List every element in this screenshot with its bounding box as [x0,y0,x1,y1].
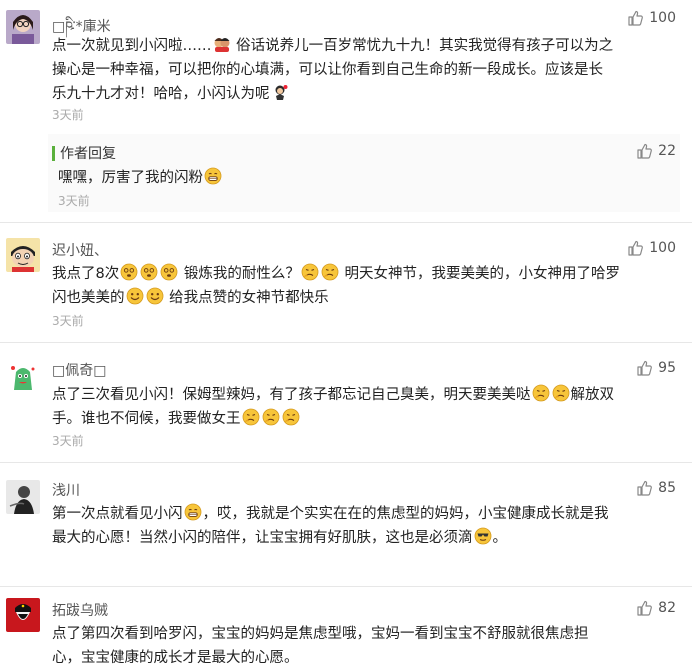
dizzy-emoji-icon [160,263,178,281]
thumb-up-icon [636,143,652,159]
avatar[interactable] [6,598,40,632]
thumb-up-icon [636,600,652,616]
comment-text: 点一次就见到小闪啦…… 俗话说养儿一百岁常忧九十九！其实我觉得有孩子可以为之 操… [52,34,672,106]
thumb-up-icon [627,10,643,26]
comment-text-part: 操心是一种幸福，可以把你的心填满，可以让你看到自己生命的新一段成长。应该是长 [52,62,603,78]
like-button[interactable]: 85 [636,480,676,496]
comment-text: 点了三次看见小闪！保姆型辣妈，有了孩子都忘记自己臭美，明天要美美哒 解放双 手。谁… [52,383,672,431]
thumb-up-icon [636,480,652,496]
comment-text: 第一次点就看见小闪 ，哎，我就是个实实在在的焦虑型的妈妈，小宝健康成长就是我 最大… [52,502,672,550]
comment-text-part: 明天女神节，我要美美的，小女神用了哈罗 [344,266,620,282]
divider [0,586,692,587]
avatar[interactable] [6,238,40,272]
comment-text-part: 最大的心愿！当然小闪的陪伴，让宝宝拥有好肌肤，这也是必须滴 [52,530,473,546]
timestamp: 3天前 [58,194,90,208]
like-count: 100 [649,240,676,256]
thinking-emoji-icon [262,408,280,426]
divider [0,342,692,343]
comment-text-part: ，哎，我就是个实实在在的焦虑型的妈妈，小宝健康成长就是我 [202,506,609,522]
comment-text-part: 我点了8次 [52,266,120,282]
reply-label: 作者回复 [60,146,116,162]
thumb-up-icon [636,360,652,376]
like-button[interactable]: 100 [627,240,676,256]
avatar[interactable] [6,360,40,394]
timestamp: 3天前 [52,314,84,328]
like-count: 100 [649,10,676,26]
smile-emoji-icon [146,287,164,305]
comment-text-part: 第一次点就看见小闪 [52,506,183,522]
avatar[interactable] [6,10,40,44]
comment-text: 点了第四次看到哈罗闪，宝宝的妈妈是焦虑型哦，宝妈一看到宝宝不舒服就很焦虑担 心，… [52,622,672,670]
comment-text: 我点了8次 锻炼我的耐性么？ 明天女神节，我要美美的，小女神用了哈罗 闪也美美的… [52,262,672,310]
thinking-emoji-icon [242,408,260,426]
thinking-emoji-icon [552,384,570,402]
username[interactable]: □佩奇□ [52,360,106,380]
like-count: 85 [658,480,676,496]
dizzy-emoji-icon [120,263,138,281]
comment-text-part: 心，宝宝健康的成长才是最大的心愿。 [52,650,299,666]
smile-emoji-icon [126,287,144,305]
comment-text-part: 乐九十九才对！哈哈，小闪认为呢 [52,86,270,102]
reply-like-button[interactable]: 22 [636,143,676,159]
comment-text-part: 解放双 [570,387,615,403]
reply-text: 嘿嘿，厉害了我的闪粉 [58,166,678,190]
comment-text-part: 点了第四次看到哈罗闪，宝宝的妈妈是焦虑型哦，宝妈一看到宝宝不舒服就很焦虑担 [52,626,589,642]
dizzy-emoji-icon [140,263,158,281]
thinking-emoji-icon [282,408,300,426]
like-button[interactable]: 100 [627,10,676,26]
grin-emoji-icon [204,167,222,185]
username[interactable]: 拓跋乌贼 [52,600,108,620]
like-button[interactable]: 95 [636,360,676,376]
reply-indicator [52,146,55,161]
comment-text-part: 。 [492,530,508,546]
comment-text-part: 闪也美美的 [52,290,125,306]
timestamp: 3天前 [52,434,84,448]
username[interactable]: 迟小妞、 [52,240,108,260]
reply-text-content: 嘿嘿，厉害了我的闪粉 [58,170,203,186]
divider [0,462,692,463]
avatar[interactable] [6,480,40,514]
like-count: 95 [658,360,676,376]
thinking-emoji-icon [532,384,550,402]
grin-emoji-icon [184,503,202,521]
comment-text-part: 手。谁也不伺候，我要做女王 [52,411,241,427]
like-button[interactable]: 82 [636,600,676,616]
comment-text-part: 俗话说养儿一百岁常忧九十九！其实我觉得有孩子可以为之 [236,38,614,54]
thinking-emoji-icon [301,263,319,281]
like-count: 82 [658,600,676,616]
timestamp: 3天前 [52,108,84,122]
dance-emoji-icon [271,83,289,101]
username[interactable]: 浅川 [52,480,80,500]
like-count: 22 [658,143,676,159]
hug-emoji-icon [213,35,231,53]
comment-text-part: 锻炼我的耐性么？ [183,266,300,282]
thumb-up-icon [627,240,643,256]
comment-text-part: 点一次就见到小闪啦…… [52,38,212,54]
divider [0,222,692,223]
cool-emoji-icon [474,527,492,545]
comment-text-part: 点了三次看见小闪！保姆型辣妈，有了孩子都忘记自己臭美，明天要美美哒 [52,387,531,403]
comment-text-part: 给我点赞的女神节都快乐 [169,290,329,306]
thinking-emoji-icon [321,263,339,281]
